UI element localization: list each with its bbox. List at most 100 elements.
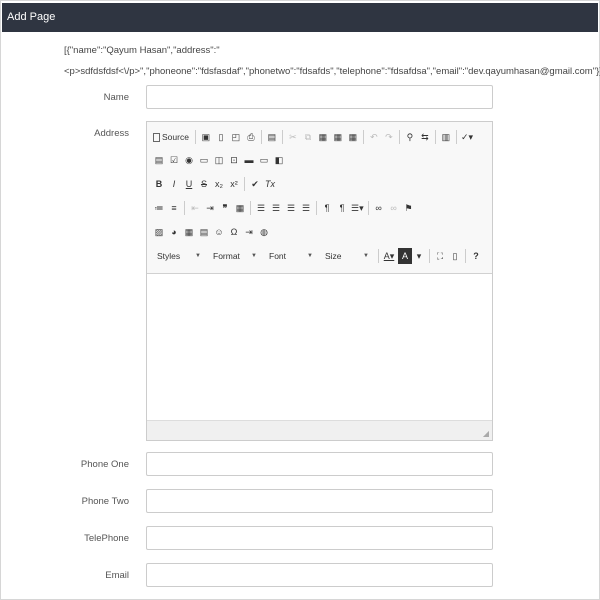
blockquote-icon[interactable]: ❞ [219, 200, 231, 216]
editor-content-area[interactable] [147, 274, 492, 420]
image-button-icon[interactable]: ▭ [258, 152, 270, 168]
select-all-icon[interactable]: ▥ [440, 129, 452, 145]
preview-icon[interactable]: ◰ [230, 129, 242, 145]
size-label: Size [325, 251, 342, 261]
chevron-down-icon[interactable]: ▾ [413, 248, 425, 264]
align-left-icon[interactable]: ☰ [255, 200, 267, 216]
font-label: Font [269, 251, 287, 261]
phone-one-label: Phone One [80, 459, 129, 470]
strikethrough-button[interactable]: S [198, 176, 210, 192]
name-label: Name [103, 92, 129, 103]
toolbar-separator [362, 130, 364, 144]
numbered-list-icon[interactable]: ≔ [153, 200, 165, 216]
email-input[interactable] [146, 563, 493, 587]
table-icon[interactable]: ▦ [183, 224, 195, 240]
ltr-icon[interactable]: ¶ [321, 200, 333, 216]
image-icon[interactable]: ▨ [153, 224, 165, 240]
iframe-icon[interactable]: ◍ [258, 224, 270, 240]
font-dropdown[interactable]: Font ▼ [265, 248, 317, 264]
toolbar-separator [250, 201, 251, 215]
cut-icon[interactable]: ✂ [287, 129, 299, 145]
toolbar-separator [455, 130, 457, 144]
print-icon[interactable]: ⎙ [245, 129, 257, 145]
button-icon[interactable]: ▬ [243, 152, 255, 168]
radio-icon[interactable]: ◉ [183, 152, 195, 168]
underline-button[interactable]: U [183, 176, 195, 192]
text-color-button[interactable]: A▾ [383, 248, 395, 264]
flash-icon[interactable]: ◕ [168, 224, 180, 240]
size-dropdown[interactable]: Size ▼ [321, 248, 373, 264]
toolbar-separator [260, 130, 262, 144]
copy-format-button[interactable]: ✔ [249, 176, 261, 192]
name-input[interactable] [146, 85, 493, 109]
bg-color-button[interactable]: A [398, 248, 412, 264]
horizontal-line-icon[interactable]: ▤ [198, 224, 210, 240]
text-field-icon[interactable]: ▭ [198, 152, 210, 168]
hidden-field-icon[interactable]: ◧ [273, 152, 285, 168]
textarea-icon[interactable]: ◫ [213, 152, 225, 168]
unlink-icon[interactable]: ∞ [388, 200, 400, 216]
toolbar-separator [194, 130, 196, 144]
toolbar-row-3: B I U S x₂ x² ✔ Tx [153, 175, 279, 193]
toolbar-separator [398, 130, 400, 144]
save-icon[interactable]: ▣ [200, 129, 212, 145]
paste-icon[interactable]: ▦ [317, 129, 329, 145]
subscript-button[interactable]: x₂ [213, 176, 225, 192]
toolbar-row-2: ▤ ☑ ◉ ▭ ◫ ⊡ ▬ ▭ ◧ [153, 151, 288, 169]
phone-two-input[interactable] [146, 489, 493, 513]
format-dropdown[interactable]: Format ▼ [209, 248, 261, 264]
align-center-icon[interactable]: ☰ [270, 200, 282, 216]
resize-handle-icon[interactable]: ◢ [483, 429, 489, 438]
checkbox-icon[interactable]: ☑ [168, 152, 180, 168]
anchor-icon[interactable]: ⚑ [403, 200, 415, 216]
indent-icon[interactable]: ⇥ [204, 200, 216, 216]
outdent-icon[interactable]: ⇤ [189, 200, 201, 216]
special-char-button[interactable]: Ω [228, 224, 240, 240]
replace-icon[interactable]: ⇆ [419, 129, 431, 145]
toolbar-separator [367, 201, 369, 215]
toolbar-row-1: Source ▣ ▯ ◰ ⎙ ▤ ✂ ⧉ ▦ ▦ ▦ ↶ ↷ ⚲ ⇆ ▥ ✓▾ [153, 128, 476, 146]
source-button[interactable]: Source [153, 132, 189, 142]
help-button[interactable]: ? [470, 248, 482, 264]
justify-icon[interactable]: ☰ [300, 200, 312, 216]
italic-button[interactable]: I [168, 176, 180, 192]
new-page-icon[interactable]: ▯ [215, 129, 227, 145]
form-icon[interactable]: ▤ [153, 152, 165, 168]
select-field-icon[interactable]: ⊡ [228, 152, 240, 168]
page-break-icon[interactable]: ⇥ [243, 224, 255, 240]
maximize-icon[interactable]: ⛶ [434, 248, 446, 264]
toolbar-separator [316, 201, 317, 215]
chevron-down-icon: ▼ [195, 253, 201, 259]
align-right-icon[interactable]: ☰ [285, 200, 297, 216]
div-container-icon[interactable]: ▦ [234, 200, 246, 216]
spellcheck-icon[interactable]: ✓▾ [461, 129, 473, 145]
smiley-icon[interactable]: ☺ [213, 224, 225, 240]
show-blocks-icon[interactable]: ▯ [449, 248, 461, 264]
chevron-down-icon: ▼ [363, 253, 369, 259]
paste-text-icon[interactable]: ▦ [332, 129, 344, 145]
link-icon[interactable]: ∞ [373, 200, 385, 216]
paste-word-icon[interactable]: ▦ [347, 129, 359, 145]
telephone-input[interactable] [146, 526, 493, 550]
language-icon[interactable]: ☰▾ [351, 200, 364, 216]
redo-icon[interactable]: ↷ [383, 129, 395, 145]
toolbar-separator [281, 130, 283, 144]
styles-dropdown[interactable]: Styles ▼ [153, 248, 205, 264]
source-label: Source [162, 132, 189, 142]
bulleted-list-icon[interactable]: ≡ [168, 200, 180, 216]
toolbar-separator [465, 249, 466, 263]
undo-icon[interactable]: ↶ [368, 129, 380, 145]
bold-button[interactable]: B [153, 176, 165, 192]
find-icon[interactable]: ⚲ [404, 129, 416, 145]
phone-two-label: Phone Two [81, 496, 129, 507]
address-rich-text-editor[interactable]: Source ▣ ▯ ◰ ⎙ ▤ ✂ ⧉ ▦ ▦ ▦ ↶ ↷ ⚲ ⇆ ▥ ✓▾ [146, 121, 493, 441]
json-output: [{"name":"Qayum Hasan","address":" <p>sd… [64, 40, 600, 82]
copy-icon[interactable]: ⧉ [302, 129, 314, 145]
toolbar-separator [244, 177, 245, 191]
superscript-button[interactable]: x² [228, 176, 240, 192]
remove-format-button[interactable]: Tx [264, 176, 276, 192]
editor-toolbar: Source ▣ ▯ ◰ ⎙ ▤ ✂ ⧉ ▦ ▦ ▦ ↶ ↷ ⚲ ⇆ ▥ ✓▾ [147, 122, 492, 274]
phone-one-input[interactable] [146, 452, 493, 476]
rtl-icon[interactable]: ¶ [336, 200, 348, 216]
templates-icon[interactable]: ▤ [266, 129, 278, 145]
